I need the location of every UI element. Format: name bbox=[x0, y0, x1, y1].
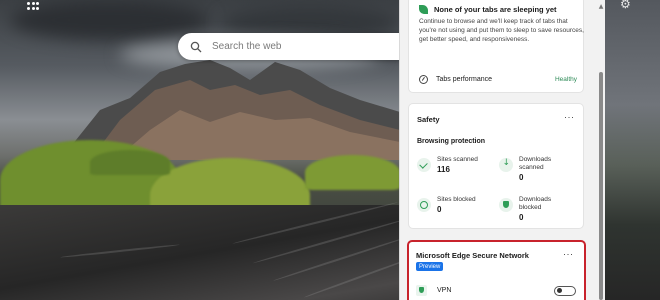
wallpaper-right-edge bbox=[604, 0, 660, 300]
safety-card: Safety ··· Browsing protection Sites sca… bbox=[408, 103, 584, 229]
gear-icon[interactable]: ⚙ bbox=[620, 0, 631, 11]
sites-scanned-stat: Sites scanned 116 bbox=[417, 156, 478, 174]
secure-network-card: Microsoft Edge Secure Network ··· Previe… bbox=[407, 240, 586, 300]
vpn-toggle[interactable] bbox=[554, 285, 576, 296]
tabs-performance-status: Healthy bbox=[554, 76, 577, 83]
sites-blocked-stat: Sites blocked 0 bbox=[417, 196, 476, 214]
scroll-thumb[interactable] bbox=[599, 72, 603, 300]
stat-label: Downloads blocked bbox=[519, 196, 552, 211]
sleeping-tabs-card: None of your tabs are sleeping yet Conti… bbox=[408, 0, 584, 93]
safety-title: Safety bbox=[417, 115, 440, 124]
downloads-blocked-stat: Downloads blocked 0 bbox=[499, 196, 569, 222]
stat-value: 0 bbox=[519, 213, 524, 222]
search-input[interactable] bbox=[212, 41, 372, 52]
stat-label: Sites scanned bbox=[437, 156, 478, 163]
stat-value: 0 bbox=[437, 205, 442, 214]
panel-scrollbar[interactable]: ▲ bbox=[597, 0, 605, 300]
sleeping-tabs-description: Continue to browse and we'll keep track … bbox=[419, 18, 584, 43]
leaf-icon bbox=[419, 5, 428, 14]
shield-icon bbox=[499, 198, 513, 212]
vpn-label: VPN bbox=[437, 287, 452, 294]
stat-value: 116 bbox=[437, 165, 450, 174]
more-icon[interactable]: ··· bbox=[564, 113, 575, 122]
gauge-icon bbox=[419, 75, 428, 84]
sleeping-tabs-title: None of your tabs are sleeping yet bbox=[434, 5, 557, 14]
block-icon bbox=[417, 198, 431, 212]
search-icon bbox=[190, 41, 202, 52]
stat-label: Sites blocked bbox=[437, 196, 476, 203]
downloads-scanned-stat: Downloads scanned 0 bbox=[499, 156, 569, 182]
tabs-performance-label: Tabs performance bbox=[436, 76, 493, 83]
browsing-protection-title: Browsing protection bbox=[417, 138, 486, 145]
more-icon[interactable]: ··· bbox=[563, 250, 574, 259]
vpn-shield-icon bbox=[416, 285, 427, 296]
preview-badge: Preview bbox=[416, 262, 444, 271]
tabs-performance-row[interactable]: Tabs performance Healthy bbox=[419, 75, 577, 84]
stat-value: 0 bbox=[519, 173, 524, 182]
secure-network-title: Microsoft Edge Secure Network bbox=[416, 251, 529, 260]
search-bar[interactable] bbox=[178, 33, 400, 60]
check-icon bbox=[417, 158, 431, 172]
scroll-up-arrow-icon[interactable]: ▲ bbox=[597, 3, 605, 10]
apps-grid-icon[interactable] bbox=[27, 2, 39, 10]
stat-label: Downloads scanned bbox=[519, 156, 552, 171]
download-icon bbox=[499, 158, 513, 172]
vpn-row: VPN bbox=[416, 285, 576, 296]
